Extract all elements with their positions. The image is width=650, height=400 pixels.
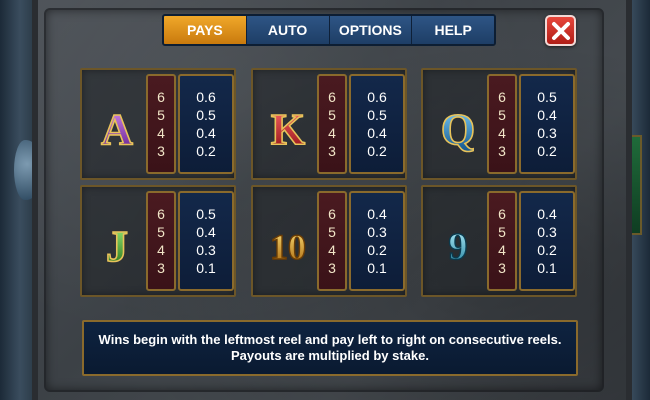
payout-5: 0.4 [537,107,557,123]
number-10-icon: 10 [259,211,317,275]
pay-card-10: 10 6 5 4 3 0.4 0.3 0.2 0.1 [251,185,407,297]
payout-3: 0.1 [367,260,387,276]
count-4: 4 [328,125,336,141]
letter-a-icon: A [88,94,146,158]
count-4: 4 [157,125,165,141]
symbol-count-column: 6 5 4 3 [146,74,176,174]
payout-3: 0.1 [537,260,557,276]
rules-info-box: Wins begin with the leftmost reel and pa… [82,320,578,376]
payout-column: 0.4 0.3 0.2 0.1 [349,191,405,291]
count-3: 3 [498,143,506,159]
tab-help[interactable]: HELP [412,16,494,44]
letter-j-icon: J [88,211,146,275]
payout-5: 0.3 [367,224,387,240]
payout-6: 0.5 [537,89,557,105]
count-3: 3 [498,260,506,276]
payout-5: 0.4 [196,224,216,240]
count-4: 4 [328,242,336,258]
tab-auto[interactable]: AUTO [246,16,330,44]
letter-k-icon: K [259,94,317,158]
count-5: 5 [328,107,336,123]
payout-4: 0.3 [196,242,216,258]
count-6: 6 [498,89,506,105]
payout-6: 0.6 [196,89,216,105]
payout-3: 0.1 [196,260,216,276]
payout-4: 0.4 [367,125,387,141]
count-6: 6 [157,206,165,222]
count-5: 5 [498,224,506,240]
payout-column: 0.6 0.5 0.4 0.2 [178,74,234,174]
rules-line-2: Payouts are multiplied by stake. [231,348,429,363]
count-3: 3 [328,143,336,159]
payout-4: 0.2 [367,242,387,258]
svg-text:A: A [101,105,133,154]
tab-options[interactable]: OPTIONS [329,16,413,44]
payout-6: 0.4 [367,206,387,222]
pay-card-q: Q 6 5 4 3 0.5 0.4 0.3 0.2 [421,68,577,180]
pay-card-9: 9 6 5 4 3 0.4 0.3 0.2 0.1 [421,185,577,297]
pay-card-k: K 6 5 4 3 0.6 0.5 0.4 0.2 [251,68,407,180]
count-3: 3 [157,143,165,159]
count-5: 5 [328,224,336,240]
count-3: 3 [328,260,336,276]
payout-3: 0.2 [196,143,216,159]
symbol-count-column: 6 5 4 3 [487,191,517,291]
payout-6: 0.4 [537,206,557,222]
close-button[interactable] [545,15,576,46]
count-4: 4 [498,242,506,258]
symbol-count-column: 6 5 4 3 [317,191,347,291]
count-6: 6 [498,206,506,222]
count-6: 6 [328,89,336,105]
payout-column: 0.5 0.4 0.3 0.1 [178,191,234,291]
svg-text:K: K [271,105,305,154]
payout-3: 0.2 [367,143,387,159]
symbol-count-column: 6 5 4 3 [146,191,176,291]
payout-column: 0.6 0.5 0.4 0.2 [349,74,405,174]
svg-text:10: 10 [270,227,306,267]
payout-6: 0.5 [196,206,216,222]
payout-6: 0.6 [367,89,387,105]
count-5: 5 [157,224,165,240]
rules-line-1: Wins begin with the leftmost reel and pa… [98,332,562,347]
count-4: 4 [498,125,506,141]
payout-column: 0.4 0.3 0.2 0.1 [519,191,575,291]
payout-5: 0.5 [196,107,216,123]
tab-pays[interactable]: PAYS [164,16,247,44]
payout-5: 0.3 [537,224,557,240]
svg-text:Q: Q [441,105,475,154]
menu-tabs: PAYS AUTO OPTIONS HELP [162,14,496,46]
count-6: 6 [328,206,336,222]
payout-4: 0.2 [537,242,557,258]
payout-5: 0.5 [367,107,387,123]
symbol-count-column: 6 5 4 3 [317,74,347,174]
count-3: 3 [157,260,165,276]
pay-card-a: A 6 5 4 3 0.6 0.5 0.4 0.2 [80,68,236,180]
letter-q-icon: Q [429,94,487,158]
count-5: 5 [157,107,165,123]
payout-3: 0.2 [537,143,557,159]
svg-text:9: 9 [449,226,468,268]
svg-text:J: J [106,222,128,271]
count-5: 5 [498,107,506,123]
payout-4: 0.3 [537,125,557,141]
number-9-icon: 9 [429,211,487,275]
symbol-count-column: 6 5 4 3 [487,74,517,174]
pay-card-j: J 6 5 4 3 0.5 0.4 0.3 0.1 [80,185,236,297]
payout-4: 0.4 [196,125,216,141]
count-4: 4 [157,242,165,258]
close-x-icon [551,21,570,40]
payout-column: 0.5 0.4 0.3 0.2 [519,74,575,174]
count-6: 6 [157,89,165,105]
